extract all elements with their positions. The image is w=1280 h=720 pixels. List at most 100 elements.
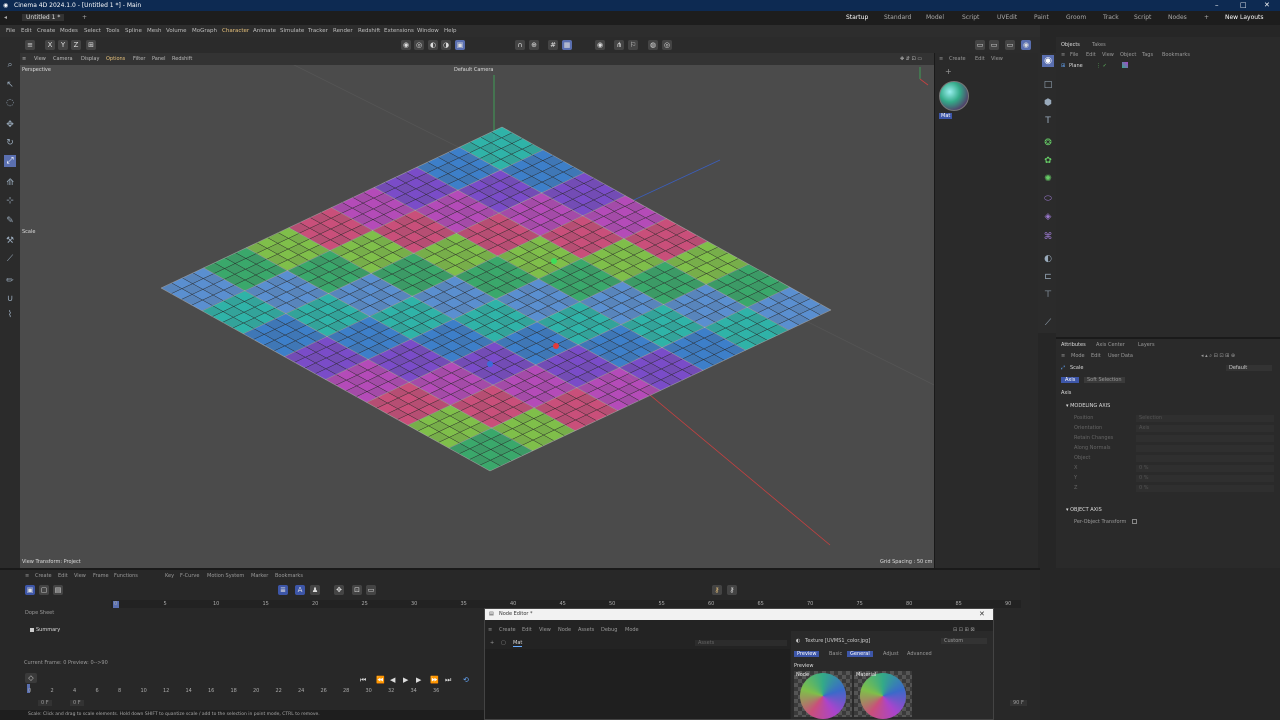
node-editor-close-icon[interactable]: ✕ bbox=[979, 610, 985, 618]
next-key-icon[interactable]: ⏩ bbox=[430, 676, 439, 684]
attr-menu-icon[interactable]: ≡ bbox=[1061, 353, 1065, 359]
prev-frame-icon[interactable]: ◀ bbox=[390, 676, 395, 684]
tl-menu-motion[interactable]: Motion System bbox=[207, 573, 244, 579]
solo-icon[interactable]: ◎ bbox=[662, 40, 672, 50]
objects-menu-edit[interactable]: Edit bbox=[1086, 52, 1096, 58]
ne-menu-view[interactable]: View bbox=[539, 627, 551, 633]
objects-menu-tags[interactable]: Tags bbox=[1142, 52, 1153, 58]
tl-key-icon[interactable]: A bbox=[295, 585, 305, 595]
attr-menu-userdata[interactable]: User Data bbox=[1108, 353, 1133, 359]
viewport-menu-panel[interactable]: Panel bbox=[152, 56, 166, 62]
tl-menu-fcurve[interactable]: F-Curve bbox=[180, 573, 199, 579]
panel-layout2-icon[interactable]: ▭ bbox=[989, 40, 999, 50]
tl-move-icon[interactable]: ✥ bbox=[334, 585, 344, 595]
viewport-menu-redshift[interactable]: Redshift bbox=[172, 56, 192, 62]
tl-menu-marker[interactable]: Marker bbox=[251, 573, 268, 579]
ne-add-icon[interactable]: + bbox=[490, 640, 494, 646]
start-frame-field[interactable]: 0 F bbox=[38, 700, 52, 706]
render-settings-icon[interactable]: ◑ bbox=[441, 40, 451, 50]
attr-field-value[interactable] bbox=[1136, 455, 1274, 462]
brush-tool-icon[interactable]: ⚒ bbox=[4, 235, 16, 247]
layout-tab-model[interactable]: Model bbox=[926, 14, 944, 21]
go-start-icon[interactable]: ⏮ bbox=[360, 676, 366, 685]
render-view-icon[interactable]: ◉ bbox=[401, 40, 411, 50]
tl-key-remove-icon[interactable]: ⚷ bbox=[727, 585, 737, 595]
close-icon[interactable]: ✕ bbox=[1264, 1, 1270, 9]
viewport-menu-display[interactable]: Display bbox=[81, 56, 99, 62]
objects-menu-view[interactable]: View bbox=[1102, 52, 1114, 58]
attr-menu-mode[interactable]: Mode bbox=[1071, 353, 1085, 359]
tl-menu-view[interactable]: View bbox=[74, 573, 86, 579]
3d-viewport[interactable]: ≡ View Camera Display Options Filter Pan… bbox=[20, 53, 934, 568]
menu-tracker[interactable]: Tracker bbox=[308, 28, 328, 34]
motion-mode-icon[interactable]: ▤ bbox=[53, 585, 63, 595]
viewport-nav-icons[interactable]: ✥ ⇵ ⊡ ▭ bbox=[900, 56, 922, 62]
tl-menu-icon[interactable]: ≡ bbox=[25, 573, 29, 579]
tag-icon[interactable]: ⟋ bbox=[1042, 317, 1054, 329]
attr-field-value[interactable]: Axis bbox=[1136, 425, 1274, 432]
record-key-icon[interactable]: ◇ bbox=[25, 673, 37, 683]
tl-menu-create[interactable]: Create bbox=[35, 573, 52, 579]
modeling-axis-header[interactable]: ▾ MODELING AXIS bbox=[1066, 403, 1110, 409]
bend-tool-icon[interactable]: ⌇ bbox=[4, 309, 16, 321]
null-object-icon[interactable]: □ bbox=[1042, 79, 1054, 91]
axis-subtab[interactable]: Axis bbox=[1061, 377, 1080, 383]
deformer-icon[interactable]: ⬭ bbox=[1042, 193, 1054, 205]
menu-modes[interactable]: Modes bbox=[60, 28, 78, 34]
light-icon[interactable]: ◐ bbox=[1042, 253, 1054, 265]
menu-help[interactable]: Help bbox=[444, 28, 457, 34]
ne-menu-edit[interactable]: Edit bbox=[522, 627, 532, 633]
add-material-icon[interactable]: + bbox=[945, 67, 952, 76]
layout-tab-nodes[interactable]: Nodes bbox=[1168, 14, 1187, 21]
magnet-icon[interactable]: ∩ bbox=[515, 40, 525, 50]
objects-tab[interactable]: Objects bbox=[1061, 42, 1080, 48]
symmetry-icon[interactable]: ◉ bbox=[595, 40, 605, 50]
menu-tools[interactable]: Tools bbox=[106, 28, 120, 34]
add-layout-icon[interactable]: + bbox=[1204, 14, 1209, 21]
scale-tool-icon[interactable]: ⤢ bbox=[4, 155, 16, 167]
viewport-menu-icon[interactable]: ≡ bbox=[22, 56, 26, 62]
ne-menu-node[interactable]: Node bbox=[558, 627, 571, 633]
back-icon[interactable]: ◂ bbox=[4, 14, 7, 21]
menu-spline[interactable]: Spline bbox=[125, 28, 142, 34]
cube-icon[interactable]: ▣ bbox=[455, 40, 465, 50]
spline-icon[interactable]: ⌘ bbox=[1042, 231, 1054, 243]
node-graph-canvas[interactable] bbox=[485, 649, 790, 719]
attr-field-value[interactable]: 0 % bbox=[1136, 475, 1274, 482]
soft-selection-subtab[interactable]: Soft Selection bbox=[1084, 377, 1125, 383]
generator-icon[interactable]: ❂ bbox=[1042, 137, 1054, 149]
tl-menu-functions[interactable]: Functions bbox=[114, 573, 138, 579]
viewport-menu-view[interactable]: View bbox=[34, 56, 46, 62]
camera-icon[interactable]: ⊏ bbox=[1042, 271, 1054, 283]
hide-icon[interactable]: ◍ bbox=[648, 40, 658, 50]
ne-menu-assets[interactable]: Assets bbox=[578, 627, 594, 633]
objects-menu-file[interactable]: File bbox=[1070, 52, 1078, 58]
field-icon[interactable]: ◈ bbox=[1042, 211, 1054, 223]
tl-key-add-icon[interactable]: ⚷ bbox=[712, 585, 722, 595]
prev-key-icon[interactable]: ⏪ bbox=[376, 676, 385, 684]
ne-tab-advanced[interactable]: Advanced bbox=[907, 651, 932, 657]
tl-menu-frame[interactable]: Frame bbox=[93, 573, 109, 579]
viewport-menu-options[interactable]: Options bbox=[106, 56, 125, 62]
tl-ruler[interactable] bbox=[111, 600, 1021, 608]
workplane-icon[interactable]: ▦ bbox=[562, 40, 572, 50]
menu-simulate[interactable]: Simulate bbox=[280, 28, 304, 34]
material-swatch[interactable] bbox=[939, 81, 969, 111]
menu-render[interactable]: Render bbox=[333, 28, 353, 34]
tl-person-icon[interactable]: ♟ bbox=[310, 585, 320, 595]
preset-dropdown[interactable]: Default bbox=[1226, 365, 1272, 371]
attr-field-value[interactable]: 0 % bbox=[1136, 485, 1274, 492]
fcurve-mode-icon[interactable]: ▢ bbox=[39, 585, 49, 595]
minimize-icon[interactable]: – bbox=[1215, 1, 1219, 9]
new-tab-icon[interactable]: + bbox=[82, 14, 87, 21]
magnet-tool-icon[interactable]: ∪ bbox=[4, 293, 16, 305]
next-frame-icon[interactable]: ▶ bbox=[416, 676, 421, 684]
cube-primitive-icon[interactable]: ⬢ bbox=[1042, 97, 1054, 109]
tl-menu-bookmarks[interactable]: Bookmarks bbox=[275, 573, 303, 579]
undo-icon[interactable]: ≡ bbox=[25, 40, 35, 50]
mat-menu-view[interactable]: View bbox=[991, 56, 1003, 62]
ne-tab-general[interactable]: General bbox=[847, 651, 873, 657]
placement-tool-icon[interactable]: ⊹ bbox=[4, 195, 16, 207]
objects-menu-object[interactable]: Object bbox=[1120, 52, 1136, 58]
layout-tab-script2[interactable]: Script bbox=[1134, 14, 1151, 21]
